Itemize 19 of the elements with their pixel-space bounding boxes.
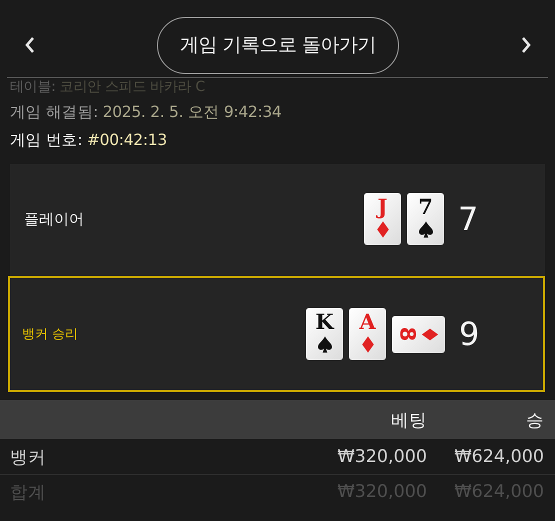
column-header: 베팅 bbox=[390, 410, 427, 432]
playing-card: 8 bbox=[392, 316, 445, 352]
table-cell-text: ₩320,000 bbox=[336, 446, 427, 466]
hand-name: 뱅커 승리 bbox=[21, 326, 80, 343]
hand-total: 9 bbox=[459, 315, 480, 353]
column-header: 승 bbox=[525, 410, 544, 432]
info-line: 게임 번호: #00:42:13 bbox=[10, 130, 168, 151]
back-to-history-button[interactable]: 게임 기록으로 돌아가기 bbox=[156, 16, 400, 74]
playing-card: J bbox=[364, 193, 401, 245]
chevron-left-icon[interactable] bbox=[24, 36, 36, 54]
info-line: 게임 해결됨: 2025. 2. 5. 오전 9:42:34 bbox=[10, 102, 282, 123]
playing-card: K bbox=[306, 308, 343, 360]
hand-name: 플레이어 bbox=[23, 210, 85, 228]
chevron-right-icon[interactable] bbox=[520, 36, 532, 54]
hand-total: 7 bbox=[458, 200, 478, 238]
playing-card: 7 bbox=[407, 193, 444, 245]
table-cell-text: ₩624,000 bbox=[453, 446, 544, 466]
playing-card: A bbox=[349, 308, 386, 360]
table-cell-text: 뱅커 bbox=[10, 446, 47, 468]
